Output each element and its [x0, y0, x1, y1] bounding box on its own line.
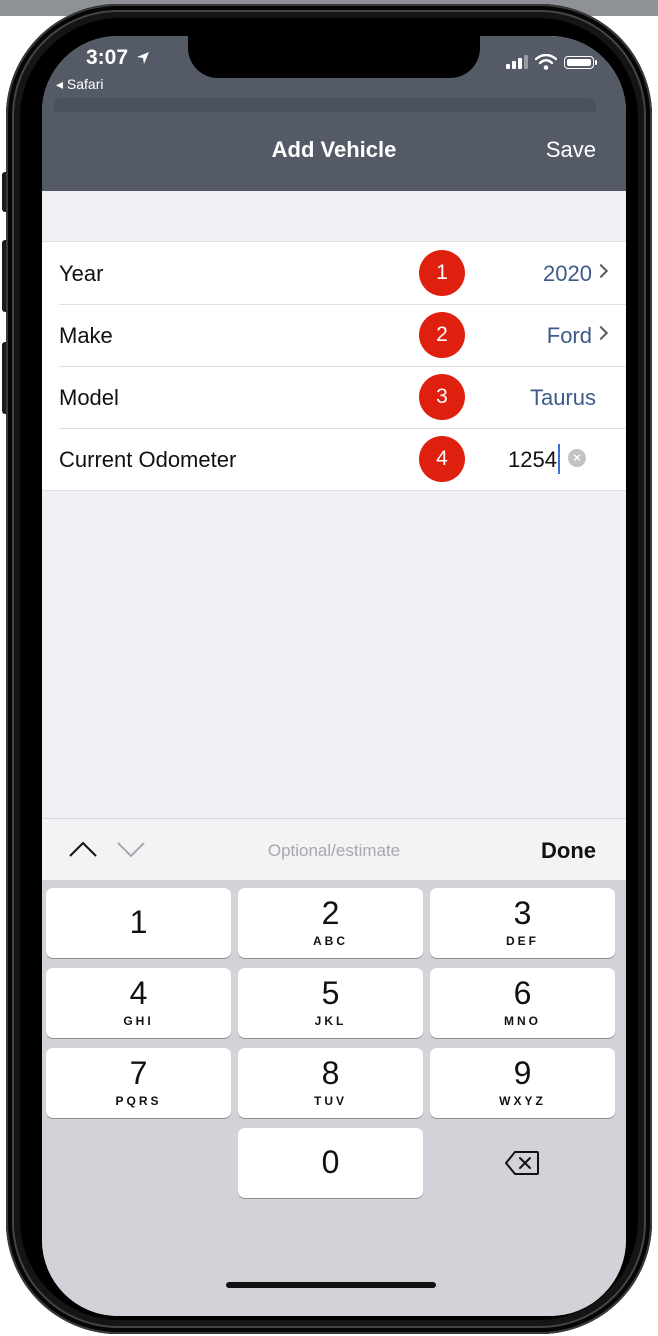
- key-digit: 0: [321, 1144, 340, 1180]
- page-title: Add Vehicle: [271, 137, 397, 162]
- key-8[interactable]: 8 TUV: [238, 1048, 423, 1118]
- status-time-text: 3:07: [86, 46, 129, 69]
- keyboard-accessory-bar: Optional/estimate Done: [42, 818, 626, 881]
- key-digit: 2: [321, 895, 340, 931]
- sheet-card-edge: [54, 98, 596, 112]
- key-4[interactable]: 4 GHI: [46, 968, 231, 1038]
- key-letters: ABC: [313, 934, 348, 948]
- input-hint: Optional/estimate: [267, 841, 401, 860]
- odometer-input[interactable]: 1254: [508, 447, 557, 473]
- done-button[interactable]: Done: [541, 838, 596, 864]
- key-letters: WXYZ: [499, 1094, 546, 1108]
- key-digit: 4: [129, 975, 148, 1011]
- key-digit: 5: [321, 975, 340, 1011]
- text-cursor: [558, 444, 560, 474]
- odometer-row[interactable]: Current Odometer 4 1254 ×: [42, 428, 626, 490]
- number-keypad: 1 2 ABC 3 DEF 4 GHI 5 JKL 6 MNO 7 PQRS 8…: [42, 880, 626, 1316]
- battery-icon: [564, 55, 597, 69]
- save-button[interactable]: Save: [546, 137, 596, 163]
- key-letters: GHI: [123, 1014, 154, 1028]
- key-digit: 3: [513, 895, 532, 931]
- make-label: Make: [59, 323, 113, 348]
- navigation-bar: 3:07 ◂ Safari Add Vehicle Save: [42, 36, 626, 191]
- key-7[interactable]: 7 PQRS: [46, 1048, 231, 1118]
- key-letters: MNO: [504, 1014, 541, 1028]
- notch: [188, 36, 480, 78]
- delete-key[interactable]: [430, 1128, 615, 1198]
- key-digit: 1: [129, 904, 148, 940]
- vehicle-form: Year 1 2020 Make 2 Ford Model 3 Taurus C…: [42, 241, 626, 491]
- key-digit: 8: [321, 1055, 340, 1091]
- make-value: Ford: [546, 323, 592, 348]
- key-letters: TUV: [314, 1094, 347, 1108]
- key-letters: DEF: [506, 934, 539, 948]
- year-value: 2020: [543, 261, 592, 286]
- year-row[interactable]: Year 1 2020: [42, 242, 626, 304]
- status-time: 3:07: [86, 46, 150, 70]
- key-digit: 9: [513, 1055, 532, 1091]
- key-6[interactable]: 6 MNO: [430, 968, 615, 1038]
- key-3[interactable]: 3 DEF: [430, 888, 615, 958]
- key-5[interactable]: 5 JKL: [238, 968, 423, 1038]
- key-digit: 7: [129, 1055, 148, 1091]
- step-marker-2: 2: [419, 312, 465, 358]
- model-row[interactable]: Model 3 Taurus: [42, 366, 626, 428]
- step-marker-3: 3: [419, 374, 465, 420]
- key-9[interactable]: 9 WXYZ: [430, 1048, 615, 1118]
- odometer-label: Current Odometer: [59, 447, 237, 472]
- key-letters: PQRS: [115, 1094, 162, 1108]
- year-label: Year: [59, 261, 104, 286]
- chevron-right-icon: [593, 325, 609, 341]
- back-to-safari-link[interactable]: ◂ Safari: [56, 76, 104, 93]
- make-row[interactable]: Make 2 Ford: [42, 304, 626, 366]
- location-arrow-icon: [136, 52, 149, 65]
- key-1[interactable]: 1: [46, 888, 231, 958]
- key-2[interactable]: 2 ABC: [238, 888, 423, 958]
- step-marker-4: 4: [419, 436, 465, 482]
- wifi-icon: [535, 54, 557, 70]
- cellular-signal-icon: [506, 55, 528, 69]
- model-label: Model: [59, 385, 119, 410]
- status-icons: [506, 54, 597, 70]
- clear-text-icon[interactable]: ×: [568, 449, 586, 467]
- model-value[interactable]: Taurus: [530, 385, 596, 411]
- key-digit: 6: [513, 975, 532, 1011]
- key-letters: JKL: [314, 1014, 347, 1028]
- chevron-right-icon: [593, 263, 609, 279]
- step-marker-1: 1: [419, 250, 465, 296]
- home-indicator[interactable]: [226, 1282, 436, 1288]
- backspace-icon: [505, 1151, 539, 1175]
- phone-screen: 3:07 ◂ Safari Add Vehicle Save Year 1 20…: [42, 36, 626, 1316]
- key-0[interactable]: 0: [238, 1128, 423, 1198]
